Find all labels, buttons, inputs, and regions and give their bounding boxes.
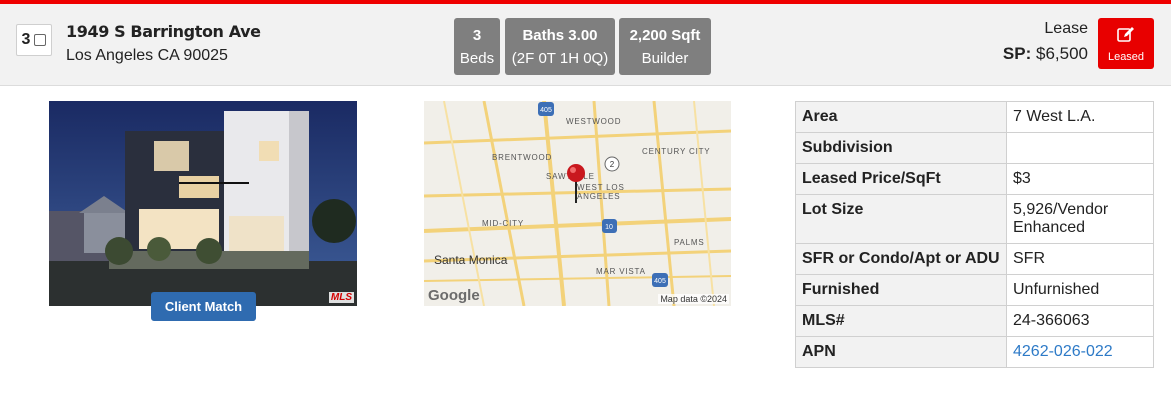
- leased-status-button[interactable]: Leased: [1098, 18, 1154, 69]
- listing-select-checkbox[interactable]: 3: [16, 24, 52, 56]
- sqft-badge: 2,200 Sqft Builder: [619, 18, 711, 75]
- location-map[interactable]: WESTWOOD BRENTWOOD CENTURY CITY SAWTELLE…: [424, 101, 731, 306]
- detail-value: [1006, 132, 1154, 164]
- baths-detail: (2F 0T 1H 0Q): [511, 50, 609, 67]
- mls-watermark: MLS: [328, 292, 354, 303]
- detail-row: SFR or Condo/Apt or ADU SFR: [795, 243, 1154, 275]
- listing-index: 3: [21, 31, 31, 48]
- beds-value: 3: [472, 27, 482, 44]
- baths-value: Baths 3.00: [522, 27, 598, 44]
- city-state-zip: Los Angeles CA 90025: [66, 47, 228, 64]
- detail-row: Leased Price/SqFt $3: [795, 163, 1154, 195]
- detail-label: Area: [795, 101, 1007, 133]
- detail-row: Subdivision: [795, 132, 1154, 164]
- freeway-shield-10: 10: [605, 224, 613, 231]
- detail-value: 5,926/Vendor Enhanced: [1006, 194, 1154, 244]
- sqft-source: Builder: [641, 50, 689, 67]
- listing-header: 3 1949 S Barrington Ave Los Angeles CA 9…: [0, 4, 1171, 86]
- freeway-shield-405-south: 405: [654, 278, 666, 285]
- detail-value: Unfurnished: [1006, 274, 1154, 306]
- apn-link[interactable]: 4262-026-022: [1013, 343, 1113, 360]
- property-details-table: Area 7 West L.A. Subdivision Leased Price/S…: [795, 101, 1154, 368]
- sqft-value: 2,200 Sqft: [629, 27, 701, 44]
- detail-label: Furnished: [795, 274, 1007, 306]
- detail-label: APN: [795, 336, 1007, 368]
- detail-row: Area 7 West L.A.: [795, 101, 1154, 133]
- map-attribution: Map data ©2024: [658, 294, 729, 304]
- listing-status: Lease SP: $6,500: [1003, 20, 1088, 64]
- edit-icon: [1098, 26, 1154, 49]
- detail-value: 4262-026-022: [1006, 336, 1154, 368]
- freeway-shield-405: 405: [540, 107, 552, 114]
- listing-card: 3 1949 S Barrington Ave Los Angeles CA 9…: [0, 0, 1171, 401]
- map-pin-icon: [567, 164, 585, 203]
- leased-label: Leased: [1107, 51, 1145, 63]
- detail-value: SFR: [1006, 243, 1154, 275]
- detail-row: MLS# 24-366063: [795, 305, 1154, 337]
- listing-photo[interactable]: MLS: [49, 101, 357, 306]
- detail-row: Furnished Unfurnished: [795, 274, 1154, 306]
- baths-badge: Baths 3.00 (2F 0T 1H 0Q): [505, 18, 615, 75]
- detail-row: Lot Size 5,926/Vendor Enhanced: [795, 194, 1154, 244]
- detail-label: SFR or Condo/Apt or ADU: [795, 243, 1007, 275]
- sold-price: SP: $6,500: [1003, 44, 1088, 64]
- detail-label: Lot Size: [795, 194, 1007, 244]
- client-match-button[interactable]: Client Match: [151, 292, 256, 321]
- listing-type: Lease: [1044, 20, 1088, 37]
- route-shield-2: 2: [610, 160, 615, 169]
- google-logo: Google: [428, 287, 480, 304]
- street-address[interactable]: 1949 S Barrington Ave: [66, 22, 261, 41]
- beds-label: Beds: [459, 50, 495, 67]
- listing-address: 1949 S Barrington Ave Los Angeles CA 900…: [66, 22, 261, 65]
- detail-value: 7 West L.A.: [1006, 101, 1154, 133]
- sp-label: SP:: [1002, 44, 1032, 63]
- sp-value: $6,500: [1036, 44, 1088, 63]
- checkbox-icon[interactable]: [34, 34, 47, 46]
- detail-value: $3: [1006, 163, 1154, 195]
- detail-row: APN 4262-026-022: [795, 336, 1154, 368]
- detail-label: MLS#: [795, 305, 1007, 337]
- detail-value: 24-366063: [1006, 305, 1154, 337]
- detail-label: Leased Price/SqFt: [795, 163, 1007, 195]
- beds-badge: 3 Beds: [454, 18, 500, 75]
- detail-label: Subdivision: [795, 132, 1007, 164]
